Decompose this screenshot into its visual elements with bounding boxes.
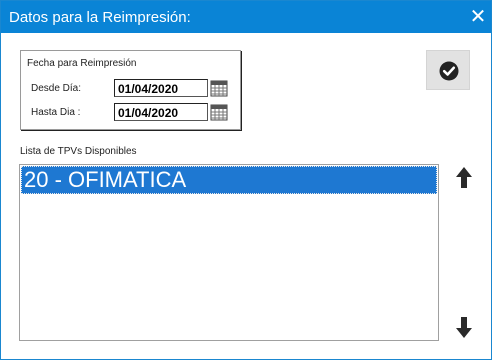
check-circle-icon: [439, 61, 459, 81]
from-date-label: Desde Día:: [31, 83, 82, 94]
calendar-icon[interactable]: [210, 79, 228, 97]
list-item[interactable]: 20 - OFIMATICA: [21, 166, 437, 194]
to-date-input[interactable]: [114, 103, 208, 121]
date-range-group: Fecha para Reimpresión Desde Día: Hasta …: [20, 50, 241, 130]
from-date-input[interactable]: [114, 79, 208, 97]
to-date-label: Hasta Dia :: [31, 107, 81, 118]
confirm-button[interactable]: [426, 50, 470, 90]
close-button[interactable]: ✕: [467, 6, 489, 28]
date-group-caption: Fecha para Reimpresión: [27, 58, 137, 69]
reprint-dialog: Datos para la Reimpresión: ✕ Fecha para …: [0, 0, 492, 360]
close-icon: ✕: [469, 6, 487, 28]
tpv-listbox[interactable]: 20 - OFIMATICA: [19, 164, 439, 341]
calendar-icon[interactable]: [210, 103, 228, 121]
arrow-down-icon[interactable]: [454, 314, 474, 340]
tpv-list-label: Lista de TPVs Disponibles: [20, 146, 137, 157]
arrow-up-icon[interactable]: [454, 165, 474, 191]
title-bar: Datos para la Reimpresión: ✕: [1, 1, 491, 33]
window-title: Datos para la Reimpresión:: [9, 9, 191, 26]
